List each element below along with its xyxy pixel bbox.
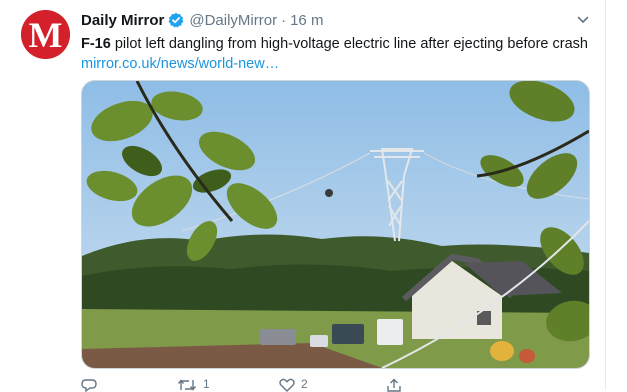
tweet-photo[interactable] xyxy=(81,80,590,369)
tweet-text-bold: F-16 xyxy=(81,36,111,52)
verified-badge-icon xyxy=(168,12,184,28)
chevron-down-icon[interactable] xyxy=(576,13,590,27)
avatar[interactable]: M xyxy=(21,10,70,59)
author-name[interactable]: Daily Mirror xyxy=(81,12,164,29)
tweet-text-body: pilot left dangling from high-voltage el… xyxy=(110,36,588,52)
like-count: 2 xyxy=(301,377,308,391)
tweet-card[interactable]: M Daily Mirror @DailyMirror · 16 m F-16 … xyxy=(0,0,606,392)
retweet-count: 1 xyxy=(203,377,210,391)
tweet-header: Daily Mirror @DailyMirror · 16 m xyxy=(81,10,323,30)
author-handle[interactable]: @DailyMirror xyxy=(189,12,277,29)
tweet-link[interactable]: mirror.co.uk/news/world-new… xyxy=(81,56,279,72)
separator-dot: · xyxy=(281,11,287,29)
tweet-text: F-16 pilot left dangling from high-volta… xyxy=(81,34,596,74)
tweet-timestamp[interactable]: 16 m xyxy=(290,12,323,29)
avatar-logo-letter: M xyxy=(29,15,63,55)
